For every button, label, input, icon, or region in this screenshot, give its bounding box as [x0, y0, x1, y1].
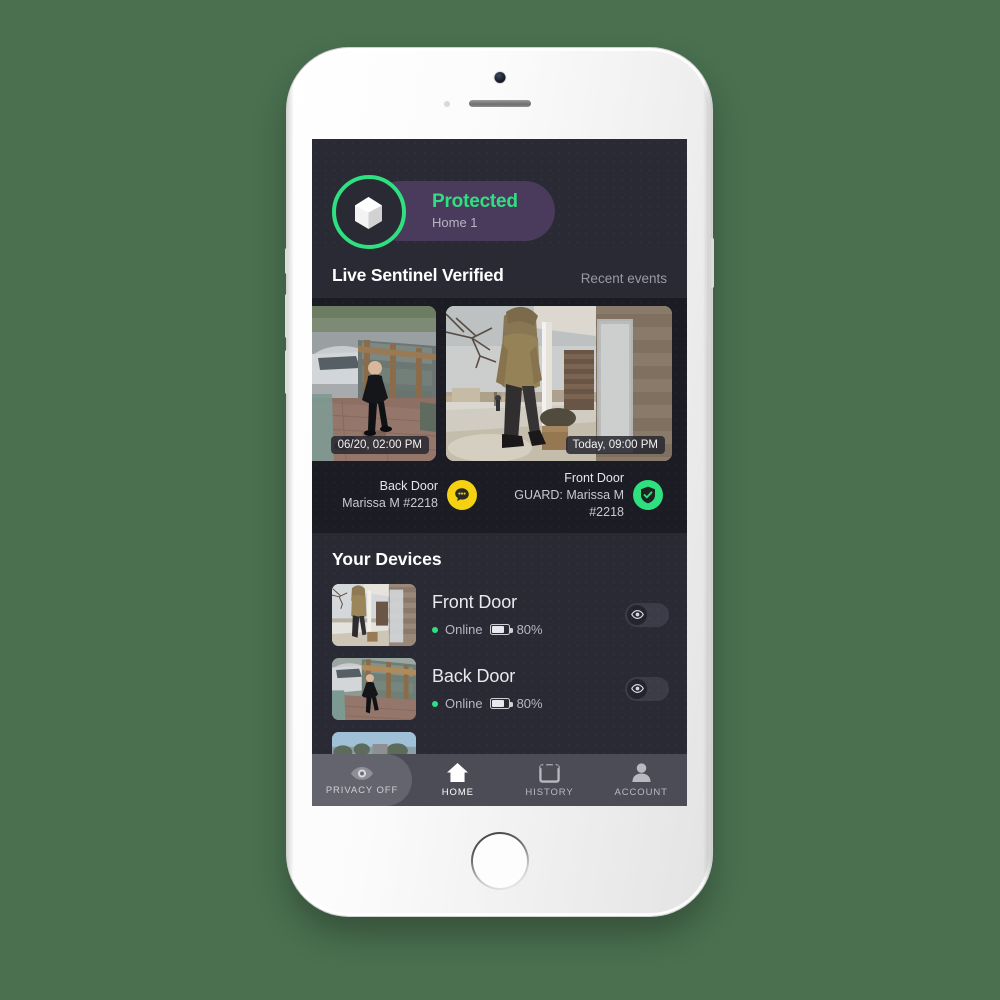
- earpiece-speaker: [468, 100, 531, 107]
- phone-screen: Protected Home 1 Live Sentinel Verified …: [312, 139, 687, 806]
- verified-camera-card[interactable]: 06/20, 02:00 PM: [312, 306, 436, 461]
- privacy-off-label: PRIVACY OFF: [325, 784, 399, 796]
- meta-front-door: Front Door GUARD: Marissa M #2218: [477, 470, 675, 521]
- tab-home[interactable]: HOME: [412, 754, 504, 806]
- tab-history[interactable]: HISTORY: [504, 754, 596, 806]
- back-door-thumb: [332, 657, 416, 720]
- volume-down-button[interactable]: [285, 350, 288, 394]
- device-name: Back Door: [432, 666, 516, 687]
- screenshot-stage: Protected Home 1 Live Sentinel Verified …: [0, 0, 1000, 1000]
- privacy-toggle[interactable]: [625, 602, 669, 627]
- camera-timestamp: Today, 09:00 PM: [565, 436, 665, 454]
- online-dot-icon: [432, 626, 438, 633]
- device-name: Front Door: [432, 592, 518, 613]
- recent-events-link[interactable]: Recent events: [581, 271, 667, 286]
- home-button[interactable]: [471, 832, 529, 890]
- device-status-text: Online: [445, 622, 483, 638]
- camera-timestamp: 06/20, 02:00 PM: [330, 436, 429, 454]
- verified-camera-meta: Back Door Marissa M #2218 Front Door GUA…: [312, 461, 687, 523]
- verified-events-strip: 06/20, 02:00 PM Today, 09:00 PM Back Doo…: [312, 298, 687, 533]
- house-icon: [348, 191, 390, 233]
- device-status-text: Online: [445, 696, 483, 712]
- power-button[interactable]: [711, 238, 714, 288]
- privacy-off-button[interactable]: PRIVACY OFF: [312, 754, 412, 806]
- battery-icon: [489, 624, 513, 636]
- privacy-toggle[interactable]: [625, 676, 669, 701]
- calendar-icon: [539, 762, 560, 783]
- device-row[interactable]: Front Door Online 80%: [312, 578, 687, 652]
- tab-account-label: ACCOUNT: [614, 787, 668, 798]
- device-battery-text: 80%: [516, 622, 543, 638]
- status-title: Protected: [432, 191, 518, 213]
- front-camera-icon: [494, 72, 505, 83]
- eye-icon: [627, 678, 647, 699]
- proximity-sensor-icon: [444, 101, 450, 107]
- chat-bubble-icon[interactable]: [447, 480, 477, 511]
- device-info: Front Door Online 80%: [432, 592, 609, 637]
- verified-section-title: Live Sentinel Verified: [332, 265, 504, 285]
- verified-section-header: Live Sentinel Verified Recent events: [312, 247, 687, 298]
- camera-operator: Marissa M #2218: [342, 496, 438, 511]
- app-root: Protected Home 1 Live Sentinel Verified …: [312, 139, 687, 806]
- camera-operator: GUARD: Marissa M #2218: [514, 487, 624, 519]
- mute-switch[interactable]: [285, 248, 288, 274]
- device-info: Back Door Online 80%: [432, 666, 609, 711]
- bottom-tabbar: PRIVACY OFF HOME HISTORY ACCOUNT: [312, 754, 687, 806]
- tab-home-label: HOME: [441, 787, 474, 798]
- device-thumbnail[interactable]: [332, 657, 416, 720]
- device-status: Online 80%: [432, 696, 609, 711]
- tab-history-label: HISTORY: [525, 787, 574, 798]
- person-icon: [631, 762, 652, 783]
- protection-status[interactable]: Protected Home 1: [332, 175, 667, 249]
- online-dot-icon: [432, 700, 438, 707]
- camera-name: Front Door: [564, 471, 624, 485]
- eye-icon: [627, 604, 647, 625]
- front-porch-thumb: [332, 583, 416, 646]
- home-icon: [446, 762, 469, 783]
- device-row[interactable]: Back Door Online 80%: [312, 652, 687, 726]
- device-thumbnail[interactable]: [332, 583, 416, 646]
- verified-camera-card[interactable]: Today, 09:00 PM: [446, 306, 672, 461]
- eye-icon: [350, 765, 374, 782]
- meta-row: Back Door Marissa M #2218 Front Door GUA…: [312, 470, 675, 521]
- devices-section-title: Your Devices: [332, 548, 442, 569]
- meta-back-door: Back Door Marissa M #2218: [312, 478, 477, 512]
- device-battery-text: 80%: [516, 696, 543, 712]
- status-subtitle: Home 1: [432, 214, 478, 230]
- app-header: Protected Home 1: [312, 139, 687, 249]
- volume-up-button[interactable]: [285, 294, 288, 338]
- house-status-ring[interactable]: [332, 175, 406, 249]
- tab-account[interactable]: ACCOUNT: [595, 754, 687, 806]
- device-status: Online 80%: [432, 622, 609, 637]
- verified-camera-list: 06/20, 02:00 PM Today, 09:00 PM: [312, 306, 687, 461]
- battery-icon: [489, 698, 513, 710]
- shield-check-icon[interactable]: [633, 480, 663, 511]
- phone-frame: Protected Home 1 Live Sentinel Verified …: [285, 48, 714, 916]
- camera-name: Back Door: [379, 479, 438, 494]
